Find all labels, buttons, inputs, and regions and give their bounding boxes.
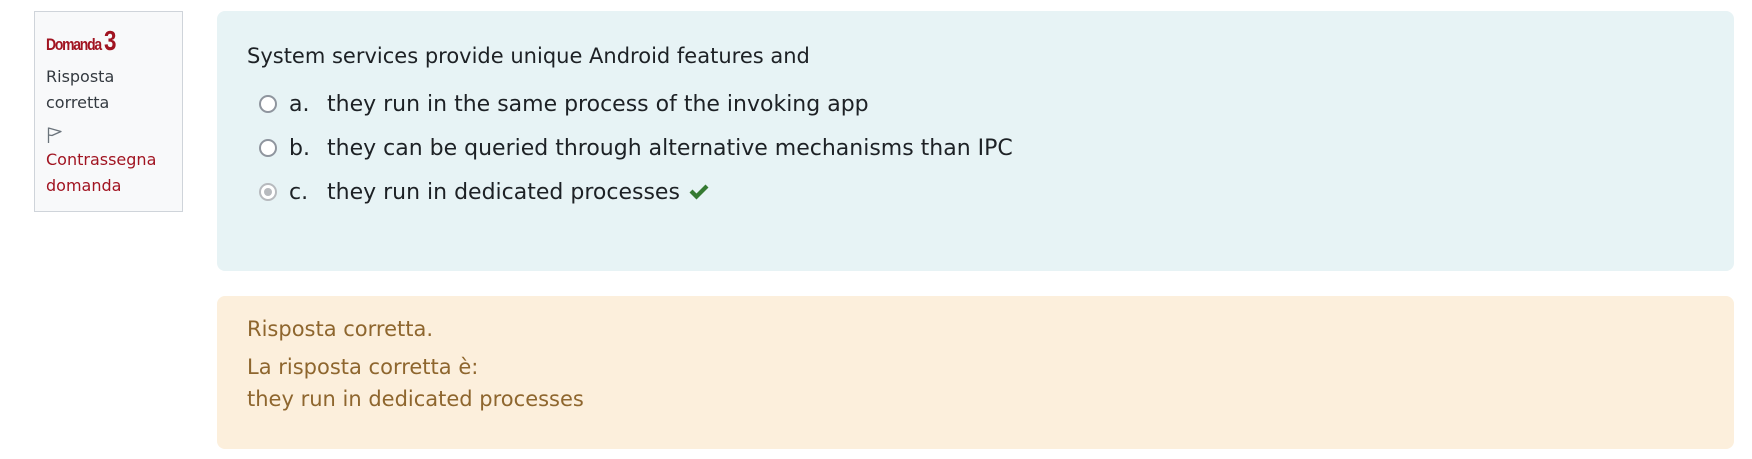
question-state: Risposta corretta: [46, 67, 115, 112]
option-letter: a.: [289, 91, 310, 117]
question-content: System services provide unique Android f…: [217, 11, 1734, 271]
question-number-value: 3: [104, 25, 117, 56]
option-text: they can be queried through alternative …: [327, 135, 1013, 161]
feedback-result: Risposta corretta.: [247, 317, 434, 341]
feedback-panel: Risposta corretta. La risposta corretta …: [217, 296, 1734, 449]
flag-question-link[interactable]: Contrassegna domanda: [46, 147, 176, 199]
answer-option-a[interactable]: a. they run in the same process of the i…: [259, 89, 869, 119]
option-letter: c.: [289, 179, 309, 205]
quiz-review-page: Domanda 3 Risposta corretta Contrassegna…: [0, 0, 1752, 459]
answer-option-b[interactable]: b. they can be queried through alternati…: [259, 133, 1013, 163]
radio-button-c[interactable]: [259, 183, 277, 201]
option-letter: b.: [289, 135, 310, 161]
question-number: Domanda 3: [46, 26, 172, 56]
radio-button-a[interactable]: [259, 95, 277, 113]
right-answer-label: La risposta corretta è:: [247, 355, 479, 379]
right-answer-text: they run in dedicated processes: [247, 387, 584, 411]
option-text: they run in the same process of the invo…: [327, 91, 869, 117]
option-text: they run in dedicated processes: [327, 179, 680, 205]
radio-button-b[interactable]: [259, 139, 277, 157]
answer-option-c[interactable]: c. they run in dedicated processes: [259, 177, 710, 207]
flag-icon[interactable]: [46, 126, 64, 144]
check-icon: [689, 184, 709, 200]
question-info-panel: Domanda 3 Risposta corretta Contrassegna…: [34, 11, 183, 212]
question-number-label: Domanda: [46, 35, 102, 54]
question-text: System services provide unique Android f…: [247, 44, 810, 68]
